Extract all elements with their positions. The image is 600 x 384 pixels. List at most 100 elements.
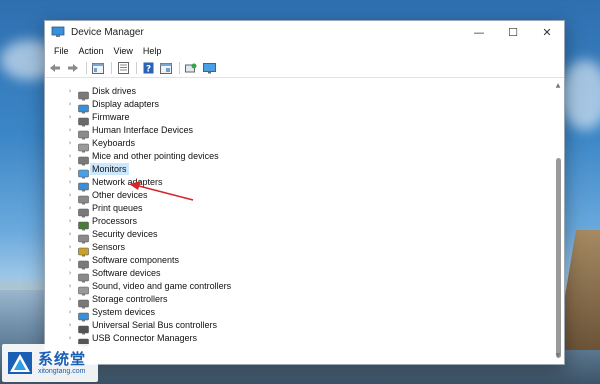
tree-item[interactable]: › Software components xyxy=(45,253,552,269)
expand-chevron-icon[interactable]: › xyxy=(65,204,75,212)
tree-item[interactable]: › Human Interface Devices xyxy=(45,123,552,139)
network-icon xyxy=(78,177,89,191)
tree-item[interactable]: › Other devices xyxy=(45,188,552,204)
tree-item[interactable]: › Disk drives xyxy=(45,84,552,100)
close-button[interactable]: ✕ xyxy=(530,21,564,43)
mouse-icon xyxy=(78,151,89,165)
toolbar: ? xyxy=(45,59,564,78)
toolbar-separator xyxy=(86,62,87,74)
back-button[interactable] xyxy=(47,60,63,76)
toolbar-separator xyxy=(136,62,137,74)
tree-item[interactable]: › Network adapters xyxy=(45,175,552,191)
tree-item-label: Keyboards xyxy=(92,137,136,148)
tree-item[interactable]: › Processors xyxy=(45,214,552,230)
disk-icon xyxy=(78,86,89,100)
action-button[interactable] xyxy=(158,60,174,76)
expand-chevron-icon[interactable]: › xyxy=(65,230,75,238)
other-icon xyxy=(78,190,89,204)
tree-item[interactable]: › Print queues xyxy=(45,201,552,217)
scroll-up-icon[interactable]: ▲ xyxy=(554,82,562,90)
monitor-button[interactable] xyxy=(201,60,217,76)
expand-chevron-icon[interactable]: › xyxy=(65,87,75,95)
menu-help[interactable]: Help xyxy=(138,46,167,56)
expand-chevron-icon[interactable]: › xyxy=(65,308,75,316)
view-icon xyxy=(117,62,129,74)
tree-item-label: Storage controllers xyxy=(92,293,168,304)
expand-chevron-icon[interactable]: › xyxy=(65,152,75,160)
tree-item[interactable]: › Storage controllers xyxy=(45,292,552,308)
scan-button[interactable] xyxy=(183,60,199,76)
system-icon xyxy=(78,307,89,321)
monitor-icon xyxy=(78,164,89,178)
expand-chevron-icon[interactable]: › xyxy=(65,243,75,251)
expand-chevron-icon[interactable]: › xyxy=(65,256,75,264)
tree-item-label: Sensors xyxy=(92,241,126,252)
tree-item-label: Processors xyxy=(92,215,138,226)
expand-chevron-icon[interactable]: › xyxy=(65,113,75,121)
view-button[interactable] xyxy=(115,60,131,76)
tree-item[interactable]: › Software devices xyxy=(45,266,552,282)
tree-item-label: Security devices xyxy=(92,228,158,239)
expand-chevron-icon[interactable]: › xyxy=(65,165,75,173)
monitor-icon xyxy=(202,62,216,73)
expand-chevron-icon[interactable]: › xyxy=(65,295,75,303)
svg-text:?: ? xyxy=(145,65,150,75)
tree-item[interactable]: › Security devices xyxy=(45,227,552,243)
sound-icon xyxy=(78,281,89,295)
tree-item-label: Other devices xyxy=(92,189,148,200)
expand-chevron-icon[interactable]: › xyxy=(65,139,75,147)
keyboard-icon xyxy=(78,138,89,152)
expand-chevron-icon[interactable]: › xyxy=(65,269,75,277)
expand-chevron-icon[interactable]: › xyxy=(65,217,75,225)
tree-item[interactable]: › Sensors xyxy=(45,240,552,256)
tree-item[interactable]: › Universal Serial Bus controllers xyxy=(45,318,552,334)
sensor-icon xyxy=(78,242,89,256)
tree-item[interactable]: › USB Connector Managers xyxy=(45,331,552,347)
expand-chevron-icon[interactable]: › xyxy=(65,126,75,134)
scroll-thumb[interactable] xyxy=(556,158,561,358)
device-tree-panel: › Disk drives › Display adapters › Firmware › H… xyxy=(45,78,564,364)
expand-chevron-icon[interactable]: › xyxy=(65,321,75,329)
expand-chevron-icon[interactable]: › xyxy=(65,282,75,290)
help-button[interactable]: ? xyxy=(140,60,156,76)
tree-item-label: Firmware xyxy=(92,111,130,122)
tree-item-label: Software devices xyxy=(92,267,161,278)
software-icon xyxy=(78,255,89,269)
title-bar[interactable]: Device Manager — ☐ ✕ xyxy=(45,21,564,43)
scroll-down-icon[interactable]: ▼ xyxy=(554,352,562,360)
tree-item[interactable]: › Display adapters xyxy=(45,97,552,113)
maximize-button[interactable]: ☐ xyxy=(496,21,530,43)
tree-item[interactable]: › Sound, video and game controllers xyxy=(45,279,552,295)
display-icon xyxy=(78,99,89,113)
forward-button[interactable] xyxy=(65,60,81,76)
watermark-url: xitongtang.com xyxy=(38,368,86,375)
action-icon xyxy=(160,62,172,74)
tree-item[interactable]: › Firmware xyxy=(45,110,552,126)
toolbar-separator xyxy=(111,62,112,74)
menu-view[interactable]: View xyxy=(109,46,138,56)
menu-file[interactable]: File xyxy=(49,46,74,56)
storage-icon xyxy=(78,294,89,308)
vertical-scrollbar[interactable]: ▲ ▼ xyxy=(554,82,562,360)
device-manager-icon xyxy=(51,26,65,37)
menu-action[interactable]: Action xyxy=(74,46,109,56)
maximize-icon: ☐ xyxy=(508,25,518,39)
tree-item-label: System devices xyxy=(92,306,156,317)
toolbar-separator xyxy=(179,62,180,74)
expand-chevron-icon[interactable]: › xyxy=(65,191,75,199)
security-icon xyxy=(78,229,89,243)
expand-chevron-icon[interactable]: › xyxy=(65,100,75,108)
tree-item[interactable]: › System devices xyxy=(45,305,552,321)
expand-chevron-icon[interactable]: › xyxy=(65,334,75,342)
tree-item[interactable]: › Monitors xyxy=(45,162,552,178)
desktop-cliff xyxy=(560,230,600,350)
minimize-button[interactable]: — xyxy=(462,21,496,43)
tree-item-label: Software components xyxy=(92,254,180,265)
tree-item-label: Universal Serial Bus controllers xyxy=(92,319,218,330)
usb-connector-icon xyxy=(78,333,89,347)
expand-chevron-icon[interactable]: › xyxy=(65,178,75,186)
tree-item[interactable]: › Keyboards xyxy=(45,136,552,152)
tree-item[interactable]: › Mice and other pointing devices xyxy=(45,149,552,165)
close-icon: ✕ xyxy=(542,25,552,39)
properties-button[interactable] xyxy=(90,60,106,76)
